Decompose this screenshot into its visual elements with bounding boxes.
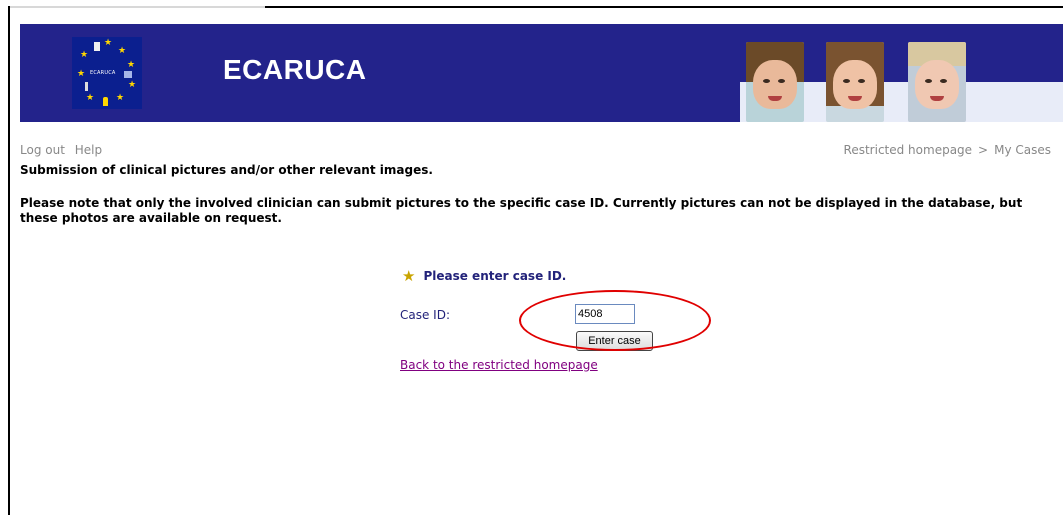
- logo-person-icon: [103, 97, 108, 106]
- breadcrumb: Restricted homepage > My Cases: [844, 143, 1051, 157]
- child-photo-1: [746, 42, 804, 122]
- logo-star-icon: ★: [128, 80, 137, 90]
- top-divider: [10, 6, 265, 8]
- prompt-text: Please enter case ID.: [423, 269, 567, 283]
- logo-star-icon: ★: [80, 50, 89, 60]
- star-icon: ★: [402, 267, 416, 285]
- back-to-restricted-homepage-link[interactable]: Back to the restricted homepage: [400, 358, 598, 372]
- breadcrumb-restricted-homepage[interactable]: Restricted homepage: [844, 143, 973, 157]
- highlight-annotation: [519, 290, 711, 351]
- case-id-label: Case ID:: [400, 308, 451, 322]
- logout-link[interactable]: Log out: [20, 143, 65, 157]
- help-link[interactable]: Help: [75, 143, 102, 157]
- page-title: Submission of clinical pictures and/or o…: [20, 163, 433, 177]
- logo-picture-icon: [124, 71, 132, 78]
- ecaruca-logo: ★ ★ ★ ★ ★ ★ ★ ★ ECARUCA: [72, 37, 142, 109]
- logo-document-icon: [94, 42, 100, 51]
- child-photo-3: [908, 42, 966, 122]
- logo-star-icon: ★: [118, 46, 127, 56]
- logo-star-icon: ★: [86, 93, 95, 103]
- breadcrumb-my-cases[interactable]: My Cases: [994, 143, 1051, 157]
- logo-pipette-icon: [85, 82, 88, 91]
- user-nav: Log out Help: [20, 143, 108, 157]
- site-title: ECARUCA: [223, 54, 367, 85]
- info-note: Please note that only the involved clini…: [20, 196, 1023, 225]
- logo-star-icon: ★: [116, 93, 125, 103]
- case-id-prompt: ★ Please enter case ID.: [402, 266, 567, 285]
- logo-star-icon: ★: [127, 60, 136, 70]
- child-photo-2: [826, 42, 884, 122]
- logo-label: ECARUCA: [90, 70, 116, 76]
- logo-star-icon: ★: [77, 69, 86, 79]
- breadcrumb-separator: >: [978, 143, 989, 157]
- logo-star-icon: ★: [104, 38, 113, 48]
